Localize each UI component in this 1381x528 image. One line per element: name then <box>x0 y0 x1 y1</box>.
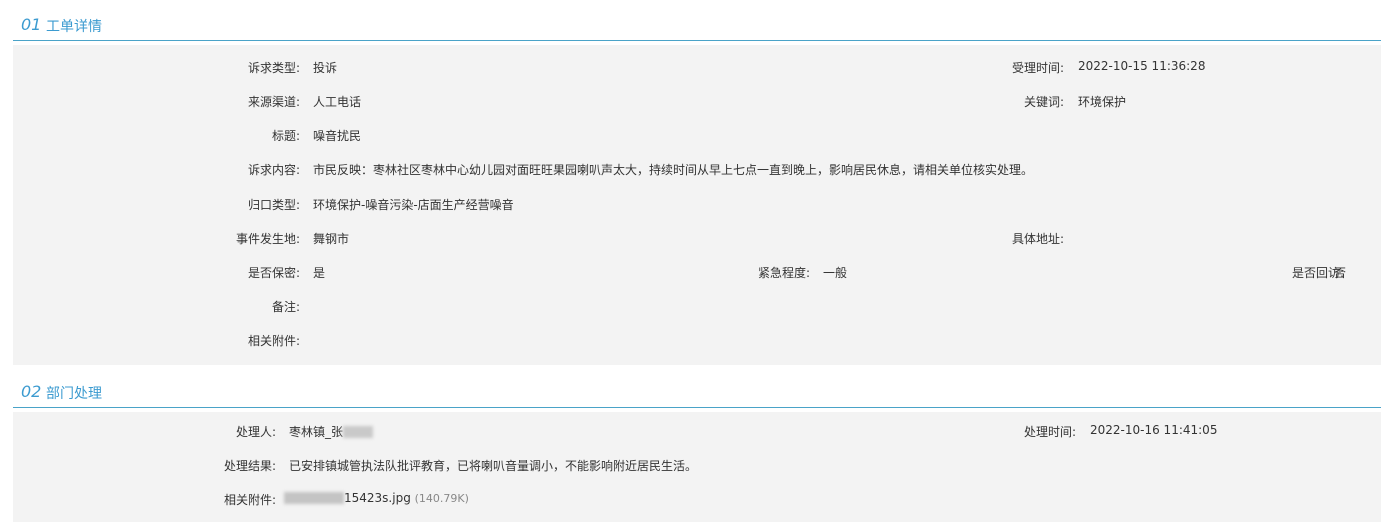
section-number: 02 <box>21 382 42 401</box>
handle-time-label: 处理时间: <box>1023 425 1076 439</box>
content-value: 市民反映：枣林社区枣林中心幼儿园对面旺旺果园喇叭声太大，持续时间从早上七点一直到… <box>313 163 1034 177</box>
urgency-value: 一般 <box>823 266 848 280</box>
confidential-value: 是 <box>313 266 326 280</box>
address-label: 具体地址: <box>1011 232 1064 246</box>
location-label: 事件发生地: <box>235 232 300 246</box>
location-value: 舞钢市 <box>313 232 350 246</box>
attachment-file-name: 15423s.jpg <box>344 491 411 505</box>
section-title: 部门处理 <box>46 386 102 402</box>
redacted-name <box>343 426 374 438</box>
section-title: 工单详情 <box>46 19 102 35</box>
result-label: 处理结果: <box>223 459 276 473</box>
handler-value: 枣林镇_张 <box>289 423 374 440</box>
department-handling-panel: 处理人: 枣林镇_张 处理时间: 2022-10-16 11:41:05 处理结… <box>13 412 1381 522</box>
category-value: 环境保护-噪音污染-店面生产经营噪音 <box>313 198 514 212</box>
attachment-file-size: (140.79K) <box>414 492 469 505</box>
source-channel-value: 人工电话 <box>313 95 362 109</box>
result-value: 已安排镇城管执法队批评教育，已将喇叭音量调小，不能影响附近居民生活。 <box>289 459 698 473</box>
handling-attachments-label: 相关附件: <box>223 493 276 507</box>
handle-time-value: 2022-10-16 11:41:05 <box>1090 423 1218 437</box>
attachments-label: 相关附件: <box>247 334 300 348</box>
accept-time-value: 2022-10-15 11:36:28 <box>1078 59 1206 73</box>
accept-time-label: 受理时间: <box>1011 61 1064 75</box>
title-label: 标题: <box>271 129 300 143</box>
source-channel-label: 来源渠道: <box>247 95 300 109</box>
appeal-type-value: 投诉 <box>313 61 338 75</box>
title-value: 噪音扰民 <box>313 129 362 143</box>
redacted-filename <box>284 492 344 504</box>
handler-label: 处理人: <box>235 425 276 439</box>
section-header-department-handling: 02 部门处理 <box>13 379 1381 408</box>
revisit-value: 否 <box>1334 266 1347 280</box>
category-label: 归口类型: <box>247 198 300 212</box>
urgency-label: 紧急程度: <box>757 266 810 280</box>
keyword-label: 关键词: <box>1023 95 1064 109</box>
confidential-label: 是否保密: <box>247 266 300 280</box>
keyword-value: 环境保护 <box>1078 95 1127 109</box>
attachment-file-link[interactable]: 15423s.jpg (140.79K) <box>284 491 469 505</box>
section-number: 01 <box>21 15 42 34</box>
content-label: 诉求内容: <box>247 163 300 177</box>
work-order-details-panel: 诉求类型: 投诉 受理时间: 2022-10-15 11:36:28 来源渠道:… <box>13 45 1381 365</box>
appeal-type-label: 诉求类型: <box>247 61 300 75</box>
section-header-work-order: 01 工单详情 <box>13 12 1381 41</box>
remarks-label: 备注: <box>271 300 300 314</box>
